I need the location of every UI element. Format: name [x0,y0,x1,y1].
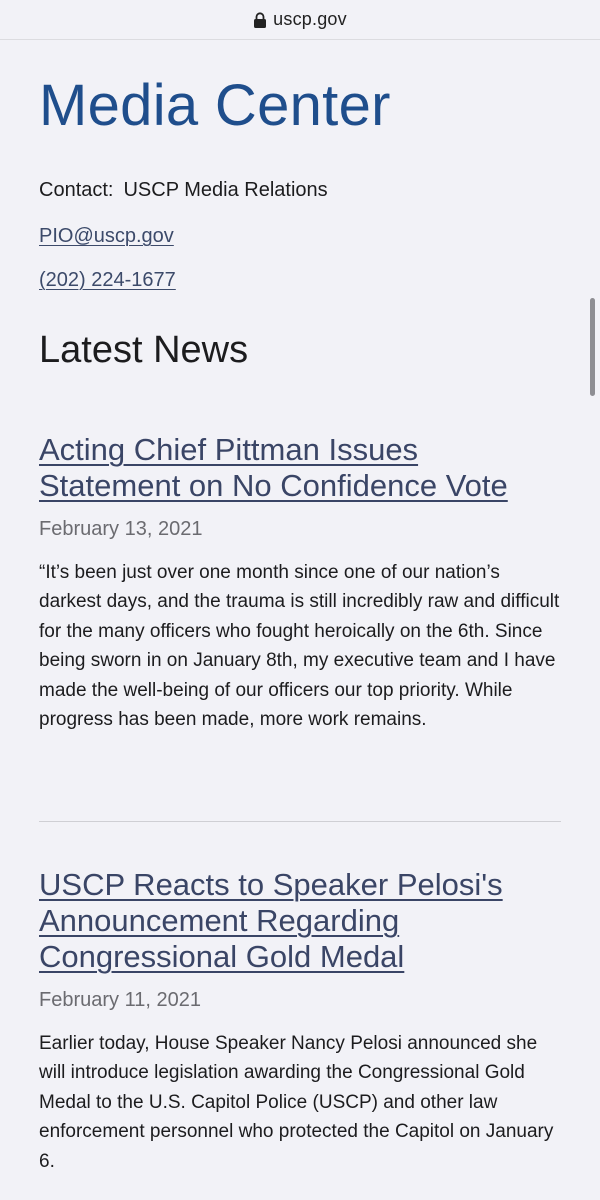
page-title: Media Center [39,73,391,138]
article-divider [39,821,561,822]
article-title-link[interactable]: USCP Reacts to Speaker Pelosi's Announce… [39,867,564,975]
address-bar[interactable]: uscp.gov [0,0,600,40]
contact-line: Contact: USCP Media Relations [39,177,328,203]
news-article: USCP Reacts to Speaker Pelosi's Announce… [39,867,564,1176]
article-summary: “It’s been just over one month since one… [39,562,560,731]
latest-news-heading: Latest News [39,329,249,371]
contact-name: USCP Media Relations [123,179,328,201]
contact-label: Contact: [39,179,114,201]
article-summary: Earlier today, House Speaker Nancy Pelos… [39,1033,554,1172]
phone-link[interactable]: (202) 224-1677 [39,267,176,293]
article-date: February 11, 2021 [39,989,201,1011]
url-text: uscp.gov [273,9,347,29]
scrollbar[interactable] [590,298,595,396]
lock-icon [253,11,267,28]
news-article: Acting Chief Pittman Issues Statement on… [39,432,564,734]
article-date: February 13, 2021 [39,518,203,540]
article-title-link[interactable]: Acting Chief Pittman Issues Statement on… [39,432,564,504]
email-link[interactable]: PIO@uscp.gov [39,223,174,249]
